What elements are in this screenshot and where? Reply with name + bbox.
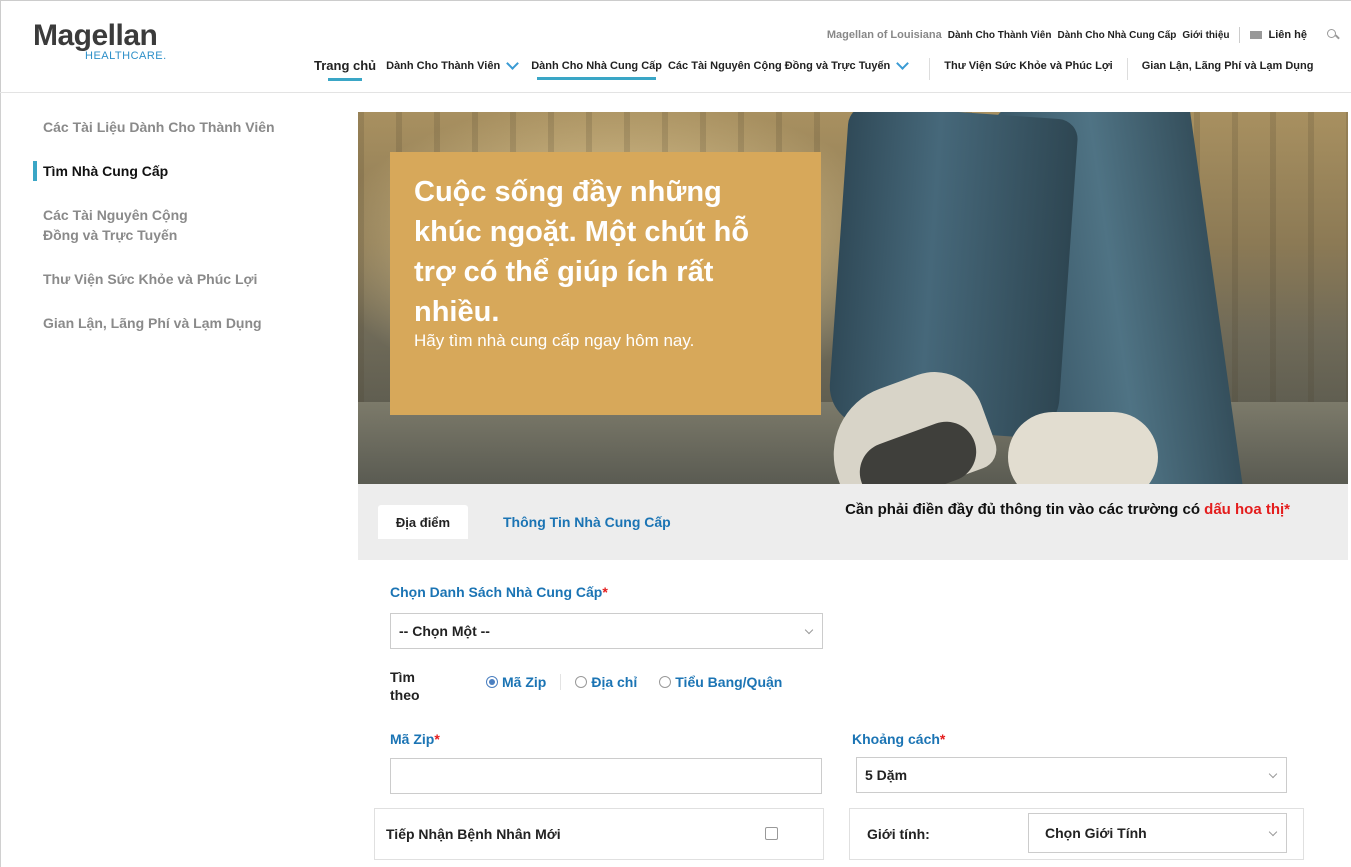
tab-provider-info[interactable]: Thông Tin Nhà Cung Cấp	[503, 505, 671, 539]
contact-label: Liên hệ	[1268, 29, 1307, 41]
nav-fraud[interactable]: Gian Lận, Lãng Phí và Lạm Dụng	[1142, 60, 1314, 80]
hero-title: Cuộc sống đầy những khúc ngoặt. Một chút…	[414, 176, 750, 328]
magellan-logo[interactable]: Magellan HEALTHCARE.	[33, 19, 166, 63]
zip-label-text: Mã Zip	[390, 731, 435, 747]
divider	[1239, 27, 1241, 43]
new-patients-checkbox[interactable]	[765, 827, 778, 840]
nav-home-label: Trang chủ	[314, 58, 377, 73]
hero-subtitle: Hãy tìm nhà cung cấp ngay hôm nay.	[414, 331, 695, 350]
nav-library-label: Thư Viện Sức Khỏe và Phúc Lợi	[944, 60, 1113, 72]
sidebar-item-find-provider[interactable]: Tìm Nhà Cung Cấp	[33, 161, 298, 181]
chevron-down-icon[interactable]	[896, 56, 910, 70]
chevron-down-icon	[1268, 827, 1278, 837]
utility-bar: Magellan of Louisiana Dành Cho Thành Viê…	[827, 27, 1339, 43]
required-asterisk: *	[602, 584, 608, 600]
radio-button[interactable]	[486, 676, 498, 688]
gender-value: Chọn Giới Tính	[1045, 825, 1147, 841]
main-nav: Trang chủ Dành Cho Thành Viên Dành Cho N…	[314, 56, 1319, 81]
envelope-icon	[1250, 31, 1263, 39]
provider-list-label: Chọn Danh Sách Nhà Cung Cấp*	[390, 584, 608, 600]
nav-home[interactable]: Trang chủ	[314, 58, 376, 81]
search-icon[interactable]	[1327, 29, 1339, 41]
site-header: Magellan HEALTHCARE. Magellan of Louisia…	[0, 0, 1351, 92]
provider-list-select[interactable]: -- Chọn Một --	[390, 613, 823, 649]
sidebar-item-resources[interactable]: Các Tài Nguyên Cộng Đồng và Trực Tuyến	[33, 205, 213, 245]
required-note-highlight: dấu hoa thị*	[1204, 501, 1290, 518]
required-asterisk: *	[939, 731, 946, 747]
radio-button[interactable]	[659, 676, 672, 688]
sidebar: Các Tài Liệu Dành Cho Thành Viên Tìm Nhà…	[33, 117, 313, 357]
nav-members[interactable]: Dành Cho Thành Viên	[386, 56, 525, 80]
find-by-label: Tìm theo	[390, 669, 420, 703]
divider	[560, 674, 562, 690]
radio-button[interactable]	[575, 676, 588, 688]
distance-select[interactable]: 5 Dặm	[856, 757, 1287, 793]
new-patients-box: Tiếp Nhận Bệnh Nhân Mới	[374, 808, 824, 860]
radio-state-county-label: Tiểu Bang/Quận	[675, 674, 783, 690]
sidebar-item-member-documents[interactable]: Các Tài Liệu Dành Cho Thành Viên	[33, 117, 298, 137]
nav-resources-label: Các Tài Nguyên Cộng Đồng và Trực Tuyến	[667, 60, 891, 72]
sidebar-item-fraud[interactable]: Gian Lận, Lãng Phí và Lạm Dụng	[33, 313, 298, 333]
required-note-text: Cần phải điền đầy đủ thông tin vào các t…	[845, 501, 1205, 518]
logo-subtext: HEALTHCARE.	[85, 50, 167, 62]
chevron-down-icon	[804, 625, 814, 635]
distance-value: 5 Dặm	[865, 767, 908, 783]
util-link-about[interactable]: Giới thiệu	[1182, 30, 1229, 41]
divider	[1126, 58, 1128, 80]
distance-label-text: Khoảng cách	[852, 731, 940, 747]
radio-zip[interactable]: Mã Zip	[486, 674, 546, 690]
search-tabbar: Địa điểm Thông Tin Nhà Cung Cấp Cần phải…	[358, 484, 1348, 560]
chevron-down-icon	[1268, 769, 1278, 779]
nav-providers-label: Dành Cho Nhà Cung Cấp	[531, 60, 662, 72]
hero-promo-box: Cuộc sống đầy những khúc ngoặt. Một chút…	[390, 152, 821, 415]
hero-shoe	[1008, 412, 1158, 484]
new-patients-label: Tiếp Nhận Bệnh Nhân Mới	[386, 826, 561, 842]
nav-providers[interactable]: Dành Cho Nhà Cung Cấp	[531, 60, 662, 80]
tab-location[interactable]: Địa điểm	[378, 505, 468, 539]
divider	[929, 58, 931, 80]
util-link-providers[interactable]: Dành Cho Nhà Cung Cấp	[1057, 30, 1176, 41]
page-border	[0, 0, 1, 867]
gender-select[interactable]: Chọn Giới Tính	[1028, 813, 1287, 853]
find-by-radio-group: Mã Zip Địa chỉ Tiểu Bang/Quận	[486, 674, 804, 690]
sidebar-item-library[interactable]: Thư Viện Sức Khỏe và Phúc Lợi	[33, 269, 298, 289]
required-fields-note: Cần phải điền đầy đủ thông tin vào các t…	[845, 498, 1290, 522]
zip-input[interactable]	[390, 758, 822, 794]
logo-wordmark: Magellan	[33, 19, 158, 52]
radio-address[interactable]: Địa chỉ	[575, 674, 637, 690]
nav-fraud-label: Gian Lận, Lãng Phí và Lạm Dụng	[1141, 60, 1314, 72]
chevron-down-icon[interactable]	[506, 56, 520, 70]
provider-list-label-text: Chọn Danh Sách Nhà Cung Cấp	[390, 584, 603, 600]
contact-link[interactable]: Liên hệ	[1250, 29, 1313, 41]
distance-label: Khoảng cách*	[852, 731, 945, 747]
radio-address-label: Địa chỉ	[591, 674, 638, 690]
nav-members-label: Dành Cho Thành Viên	[386, 60, 501, 72]
brand-name: Magellan of Louisiana	[826, 29, 942, 41]
gender-label: Giới tính:	[867, 826, 930, 842]
nav-library[interactable]: Thư Viện Sức Khỏe và Phúc Lợi	[944, 60, 1112, 80]
util-link-members[interactable]: Dành Cho Thành Viên	[948, 30, 1052, 41]
radio-zip-label: Mã Zip	[502, 674, 547, 690]
required-asterisk: *	[434, 731, 440, 747]
nav-resources[interactable]: Các Tài Nguyên Cộng Đồng và Trực Tuyến	[667, 56, 915, 80]
provider-list-value: -- Chọn Một --	[399, 623, 490, 639]
header-divider	[0, 92, 1351, 93]
radio-state-county[interactable]: Tiểu Bang/Quận	[659, 674, 782, 690]
zip-label: Mã Zip*	[390, 731, 440, 747]
